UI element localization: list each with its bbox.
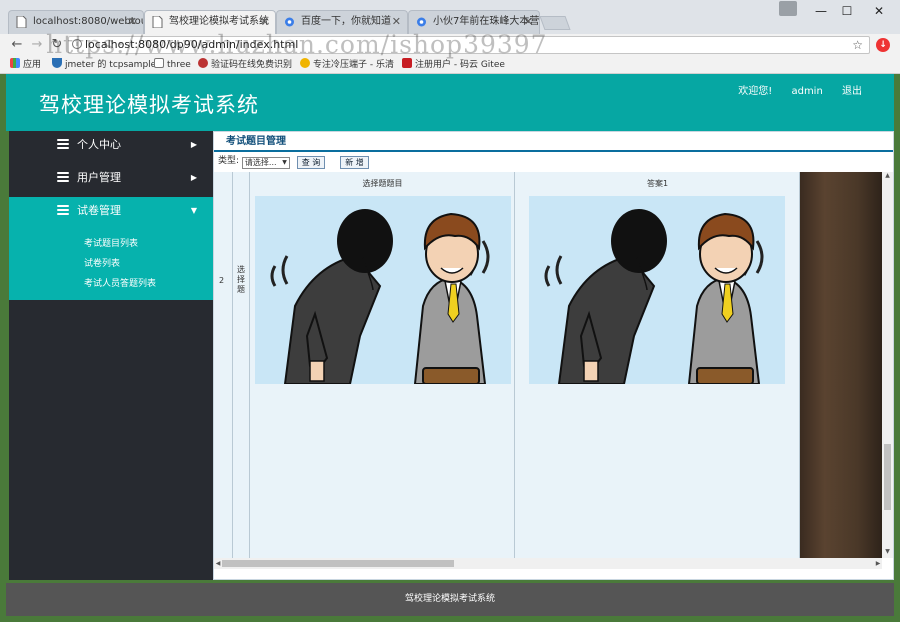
back-icon[interactable]: ← (8, 36, 26, 54)
scroll-left-icon[interactable]: ◀ (214, 558, 222, 569)
bookmarks-bar: 应用 jmeter 的 tcpsample three 验证码在线免费识别 专注… (0, 56, 900, 74)
sidebar-item-label: 试卷管理 (77, 204, 121, 217)
window-close-icon[interactable]: ✕ (864, 2, 894, 20)
browser-tab-3[interactable]: 百度一下，你就知道 ✕ (276, 10, 408, 34)
app-footer: 驾校理论模拟考试系统 (6, 583, 894, 616)
close-icon[interactable]: ✕ (524, 11, 533, 33)
sidebar-item-user-management[interactable]: 用户管理 ▶ (9, 164, 213, 197)
index-column (214, 172, 233, 558)
browser-tab-4[interactable]: 小伙7年前在珠峰大本营 ✕ (408, 10, 540, 34)
username: admin (791, 86, 823, 97)
bookmark-star-icon[interactable]: ☆ (852, 37, 863, 53)
breadcrumb: 考试题目管理 (214, 132, 893, 152)
tab-title: 百度一下，你就知道 (301, 16, 391, 27)
chevron-right-icon: ▶ (190, 173, 197, 182)
bookmark-gitee[interactable]: 注册用户 - 码云 Gitee (402, 58, 505, 72)
scroll-right-icon[interactable]: ▶ (874, 558, 882, 569)
column-header-question: 选择题题目 (362, 179, 403, 188)
maximize-icon[interactable]: ☐ (832, 2, 862, 20)
scroll-up-icon[interactable]: ▲ (882, 172, 893, 182)
vertical-scrollbar[interactable]: ▲ ▼ (882, 172, 893, 558)
baidu-icon (417, 17, 426, 27)
url-text: localhost:8080/dp90/admin/index.html (85, 38, 299, 51)
bookmark-terminal[interactable]: 专注冷压端子 - 乐清 (300, 58, 394, 72)
page-icon (154, 58, 164, 68)
add-button[interactable]: 新 增 (340, 156, 369, 169)
sidebar-item-label: 用户管理 (77, 171, 121, 184)
close-icon[interactable]: ✕ (128, 11, 137, 33)
bowing-illustration (529, 196, 785, 384)
column-header-answer: 答案1 (646, 179, 669, 188)
scroll-down-icon[interactable]: ▼ (882, 548, 893, 558)
row-index: 2 (219, 276, 225, 285)
browser-tab-1[interactable]: localhost:8080/webtou ✕ (8, 10, 144, 34)
main-content: 考试题目管理 类型: 请选择... 查 询 新 增 选择题题目 答案1 2 选择… (213, 131, 894, 580)
sidebar: 个人中心 ▶ 用户管理 ▶ 试卷管理 ▼ 考试题目列表 试卷列表 考试人员答题列… (9, 131, 213, 580)
user-box: 欢迎您! admin 退出 (722, 82, 862, 97)
submenu-paper-list[interactable]: 试卷列表 (9, 254, 213, 274)
overflow-image-column (800, 172, 882, 558)
tab-title: 驾校理论模拟考试系统 (169, 16, 269, 27)
stack-icon (57, 139, 69, 149)
profile-icon[interactable] (779, 1, 797, 16)
bookmark-three[interactable]: three (154, 58, 191, 72)
logout-link[interactable]: 退出 (842, 86, 862, 97)
chevron-right-icon: ▶ (190, 140, 197, 149)
answer-image[interactable] (529, 196, 785, 384)
filter-bar: 类型: 请选择... 查 询 新 增 (214, 153, 893, 172)
submenu-exam: 考试题目列表 试卷列表 考试人员答题列表 (9, 230, 213, 300)
scroll-thumb[interactable] (222, 560, 454, 567)
stack-icon (57, 172, 69, 182)
info-icon[interactable]: i (72, 39, 82, 49)
captcha-icon (198, 58, 208, 68)
horizontal-scrollbar[interactable]: ◀ ▶ (214, 558, 882, 569)
bookmark-captcha[interactable]: 验证码在线免费识别 (198, 58, 292, 72)
extension-icon[interactable]: ↓ (876, 38, 890, 52)
sidebar-item-exam-management[interactable]: 试卷管理 ▼ (9, 197, 213, 230)
new-tab-button[interactable] (539, 16, 571, 30)
welcome-text: 欢迎您! (738, 86, 773, 97)
browser-tab-2[interactable]: 驾校理论模拟考试系统 ✕ (144, 10, 276, 34)
close-icon[interactable]: ✕ (392, 11, 401, 33)
bulb-icon (300, 58, 310, 68)
sidebar-item-personal-center[interactable]: 个人中心 ▶ (9, 131, 213, 164)
baidu-icon (285, 17, 294, 27)
app-header: 驾校理论模拟考试系统 欢迎您! admin 退出 (6, 74, 894, 131)
app-title: 驾校理论模拟考试系统 (39, 93, 259, 117)
apps-grid-icon (10, 58, 20, 68)
page-icon (152, 16, 163, 28)
page-icon (16, 16, 27, 28)
sidebar-item-label: 个人中心 (77, 138, 121, 151)
bookmark-jmeter[interactable]: jmeter 的 tcpsample (52, 58, 156, 72)
question-table: 选择题题目 答案1 2 选择题 (214, 172, 882, 558)
scroll-thumb[interactable] (884, 444, 891, 510)
close-icon[interactable]: ✕ (260, 11, 269, 33)
address-bar[interactable]: i localhost:8080/dp90/admin/index.html ☆ (68, 36, 870, 54)
bookmark-apps[interactable]: 应用 (10, 58, 41, 72)
stack-icon (57, 205, 69, 215)
gitee-icon (402, 58, 412, 68)
shield-icon (52, 58, 62, 68)
bowing-illustration (255, 196, 511, 384)
reload-icon[interactable]: ↻ (48, 36, 66, 54)
query-button[interactable]: 查 询 (296, 156, 326, 169)
row-type: 选择题 (237, 265, 245, 294)
browser-toolbar: ← → ↻ i localhost:8080/dp90/admin/index.… (0, 34, 900, 56)
chevron-down-icon: ▼ (190, 206, 197, 215)
browser-tab-bar: localhost:8080/webtou ✕ 驾校理论模拟考试系统 ✕ 百度一… (0, 0, 900, 34)
type-column (233, 172, 250, 558)
type-select[interactable]: 请选择... (241, 157, 290, 169)
forward-icon[interactable]: → (28, 36, 46, 54)
question-image[interactable] (255, 196, 511, 384)
type-label: 类型: (218, 156, 240, 166)
submenu-answer-list[interactable]: 考试人员答题列表 (9, 274, 213, 294)
submenu-question-list[interactable]: 考试题目列表 (9, 234, 213, 254)
